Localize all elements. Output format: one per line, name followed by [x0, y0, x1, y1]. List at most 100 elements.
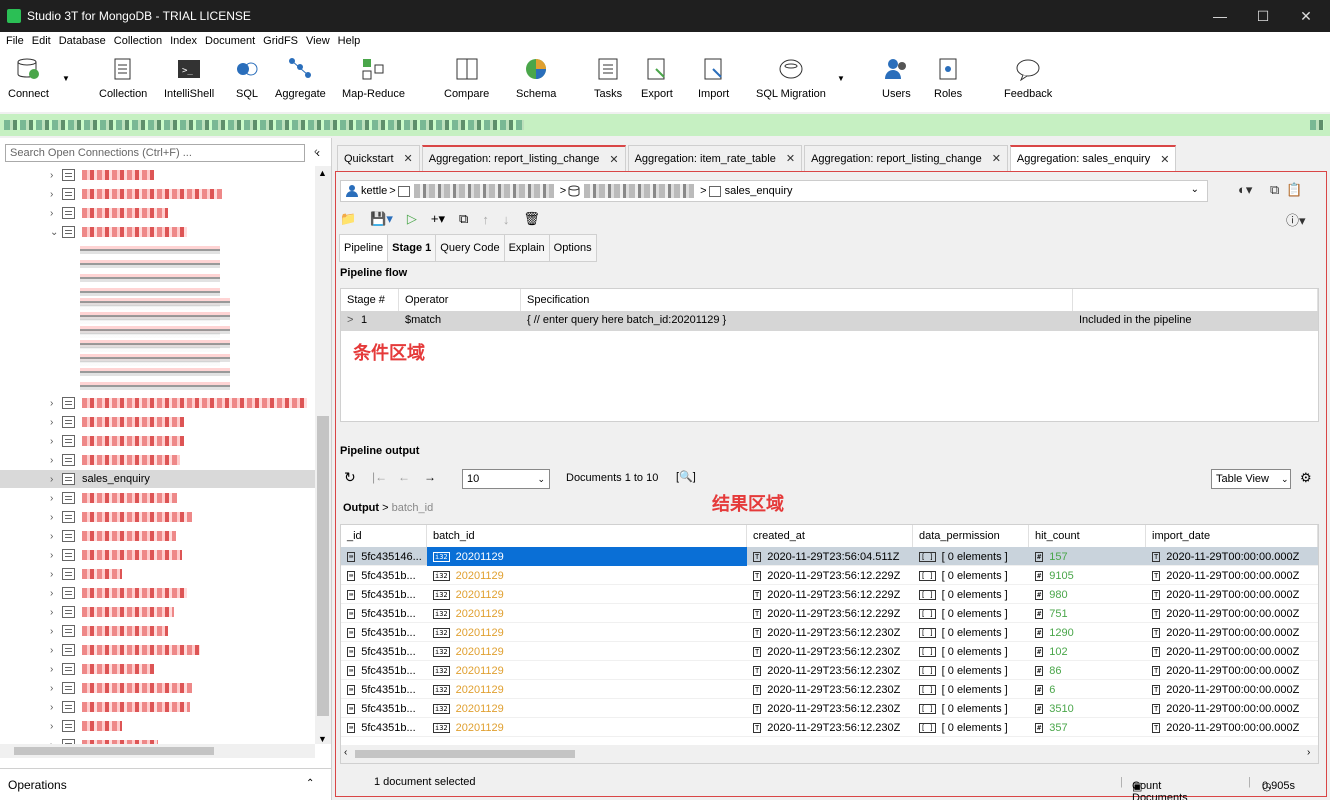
tree-item[interactable]: ›: [0, 717, 315, 735]
menu-file[interactable]: File: [6, 35, 24, 47]
chevron-right-icon[interactable]: ›: [50, 569, 53, 580]
add-stage-icon[interactable]: +▾: [431, 211, 445, 227]
first-page-icon[interactable]: |←: [372, 470, 387, 484]
next-page-icon[interactable]: →: [424, 470, 436, 484]
column-header[interactable]: Specification: [521, 289, 1073, 311]
close-tab-icon[interactable]: ✕: [992, 152, 1001, 165]
tree-item-sales-enquiry[interactable]: › sales_enquiry: [0, 470, 315, 488]
search-connections-input[interactable]: Search Open Connections (Ctrl+F) ...: [5, 144, 305, 162]
table-cell[interactable]: i32 20201129: [427, 623, 747, 642]
table-cell[interactable]: [ ] [ 0 elements ]: [913, 661, 1029, 680]
table-cell[interactable]: [ ] [ 0 elements ]: [913, 699, 1029, 718]
table-cell[interactable]: #1290: [1029, 623, 1146, 642]
column-header[interactable]: import_date: [1146, 525, 1318, 547]
query-count-icon[interactable]: [🔍]: [676, 470, 696, 483]
tree-item[interactable]: ›: [0, 584, 315, 602]
tree-item[interactable]: ›: [0, 546, 315, 564]
chevron-right-icon[interactable]: ›: [50, 683, 53, 694]
table-cell[interactable]: T 2020-11-29T00:00:00.000Z: [1146, 585, 1318, 604]
close-tab-icon[interactable]: ✕: [1160, 153, 1169, 166]
tree-item[interactable]: ⌄: [0, 223, 315, 241]
users-button[interactable]: Users: [882, 56, 911, 100]
chevron-right-icon[interactable]: ›: [50, 645, 53, 656]
table-cell[interactable]: T 2020-11-29T23:56:12.230Z: [747, 642, 913, 661]
chevron-right-icon[interactable]: ›: [50, 170, 53, 181]
menu-document[interactable]: Document: [205, 35, 255, 47]
import-button[interactable]: Import: [698, 56, 729, 100]
table-cell[interactable]: T 2020-11-29T00:00:00.000Z: [1146, 661, 1318, 680]
tasks-button[interactable]: Tasks: [594, 56, 622, 100]
table-cell[interactable]: T 2020-11-29T00:00:00.000Z: [1146, 718, 1318, 737]
tree-item[interactable]: ›: [0, 432, 315, 450]
intellishell-button[interactable]: >_ IntelliShell: [164, 56, 214, 100]
feedback-button[interactable]: Feedback: [1004, 56, 1052, 100]
table-row[interactable]: ⌨ 5fc4351b... i32 20201129 T 2020-11-29T23:56…: [341, 604, 1318, 623]
chevron-right-icon[interactable]: ›: [50, 607, 53, 618]
table-cell[interactable]: [ ] [ 0 elements ]: [913, 680, 1029, 699]
chevron-right-icon[interactable]: ›: [50, 626, 53, 637]
pipeline-stage-row[interactable]: > 1 $match { // enter query here batch_i…: [341, 311, 1318, 331]
compare-button[interactable]: Compare: [444, 56, 489, 100]
chevron-right-icon[interactable]: ›: [50, 721, 53, 732]
table-cell[interactable]: T 2020-11-29T00:00:00.000Z: [1146, 604, 1318, 623]
table-row[interactable]: ⌨ 5fc4351b... i32 20201129 T 2020-11-29T23:56…: [341, 699, 1318, 718]
chevron-up-icon[interactable]: ⌃: [306, 778, 314, 789]
table-cell[interactable]: [ ] [ 0 elements ]: [913, 566, 1029, 585]
table-cell[interactable]: i32 20201129: [427, 642, 747, 661]
table-cell[interactable]: T 2020-11-29T23:56:12.229Z: [747, 566, 913, 585]
table-cell[interactable]: ⌨ 5fc4351b...: [341, 680, 427, 699]
table-cell[interactable]: i32 20201129: [427, 566, 747, 585]
tree-item[interactable]: ›: [0, 565, 315, 583]
table-cell[interactable]: #3510: [1029, 699, 1146, 718]
table-cell[interactable]: T 2020-11-29T00:00:00.000Z: [1146, 699, 1318, 718]
table-cell[interactable]: T 2020-11-29T00:00:00.000Z: [1146, 623, 1318, 642]
previous-page-icon[interactable]: ←: [398, 470, 410, 484]
scrollbar-thumb[interactable]: [355, 750, 575, 758]
tree-item[interactable]: ›: [0, 641, 315, 659]
menu-view[interactable]: View: [306, 35, 330, 47]
table-cell[interactable]: T 2020-11-29T23:56:12.230Z: [747, 699, 913, 718]
tree-item[interactable]: ›: [0, 603, 315, 621]
menu-database[interactable]: Database: [59, 35, 106, 47]
tab-aggregation-report-listing-change-2[interactable]: Aggregation: report_listing_change ✕: [804, 145, 1008, 171]
menu-index[interactable]: Index: [170, 35, 197, 47]
chevron-right-icon[interactable]: ›: [50, 455, 53, 466]
tab-stage-1[interactable]: Stage 1: [387, 234, 437, 262]
menu-edit[interactable]: Edit: [32, 35, 51, 47]
close-tab-icon[interactable]: ✕: [786, 152, 795, 165]
table-row[interactable]: ⌨ 5fc4351b... i32 20201129 T 2020-11-29T23:56…: [341, 680, 1318, 699]
chevron-right-icon[interactable]: ›: [50, 474, 53, 485]
settings-gear-icon[interactable]: ⚙: [1300, 470, 1312, 486]
operations-panel[interactable]: Operations ⌃: [0, 768, 331, 800]
close-tab-icon[interactable]: ✕: [609, 153, 618, 166]
chevron-right-icon[interactable]: ›: [50, 550, 53, 561]
tree-item[interactable]: ›: [0, 451, 315, 469]
tree-item[interactable]: ›: [0, 622, 315, 640]
refresh-icon[interactable]: ↻: [344, 469, 356, 486]
table-cell[interactable]: ⌨ 5fc4351b...: [341, 661, 427, 680]
roles-button[interactable]: Roles: [934, 56, 962, 100]
chevron-right-icon[interactable]: ›: [50, 398, 53, 409]
table-cell[interactable]: ⌨ 5fc4351b...: [341, 718, 427, 737]
table-cell[interactable]: [ ] [ 0 elements ]: [913, 547, 1029, 566]
table-cell[interactable]: [ ] [ 0 elements ]: [913, 623, 1029, 642]
tree-item[interactable]: ›: [0, 508, 315, 526]
tab-aggregation-sales-enquiry[interactable]: Aggregation: sales_enquiry ✕: [1009, 145, 1177, 171]
table-cell[interactable]: i32 20201129: [427, 604, 747, 623]
column-header[interactable]: data_permission: [913, 525, 1029, 547]
table-cell[interactable]: i32 20201129: [427, 699, 747, 718]
chevron-down-icon[interactable]: ▼: [62, 74, 70, 83]
table-cell[interactable]: ⌨ 5fc4351b...: [341, 604, 427, 623]
sql-migration-button[interactable]: SQL Migration: [756, 56, 826, 100]
column-header[interactable]: [1073, 289, 1318, 311]
table-cell[interactable]: ⌨ 5fc4351b...: [341, 566, 427, 585]
chevron-down-icon[interactable]: ⌄: [50, 227, 58, 238]
chevron-right-icon[interactable]: ›: [50, 436, 53, 447]
table-cell[interactable]: #357: [1029, 718, 1146, 737]
tab-query-code[interactable]: Query Code: [435, 234, 505, 262]
table-cell[interactable]: #751: [1029, 604, 1146, 623]
table-cell[interactable]: ⌨ 5fc4351b...: [341, 623, 427, 642]
open-folder-icon[interactable]: 📁: [340, 211, 356, 227]
menu-gridfs[interactable]: GridFS: [263, 35, 298, 47]
table-cell[interactable]: i32 20201129: [427, 585, 747, 604]
